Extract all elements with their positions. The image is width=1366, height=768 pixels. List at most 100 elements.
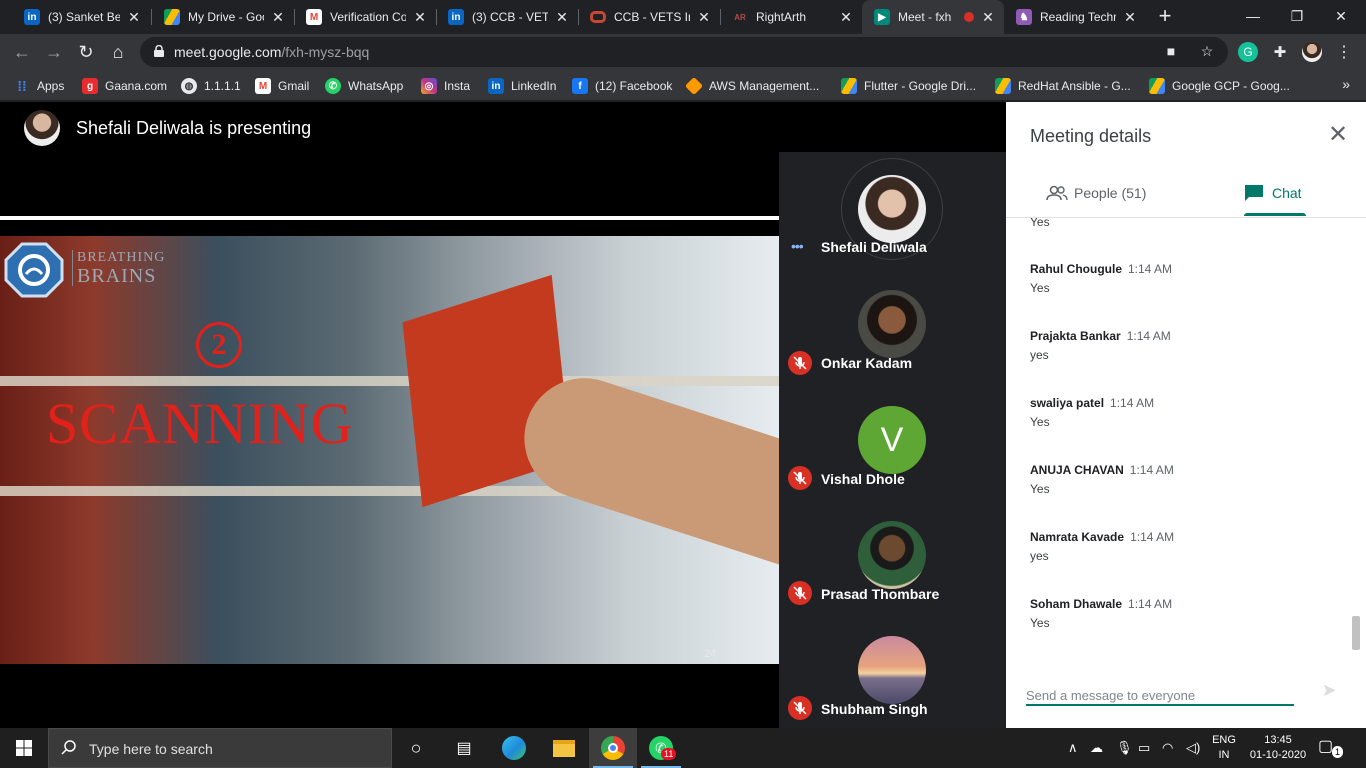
participant-name: Prasad Thombare — [821, 586, 940, 602]
close-tab-icon[interactable]: ✕ — [980, 9, 996, 26]
bookmark-flutter-drive[interactable]: Flutter - Google Dri... — [841, 77, 976, 95]
browser-tab[interactable]: M Verification Co ✕ — [294, 0, 436, 34]
extensions-puzzle-icon[interactable]: ✚ — [1270, 42, 1290, 62]
chrome-menu-icon[interactable]: ⋮ — [1334, 42, 1354, 62]
show-hidden-icons[interactable]: ∧ — [1068, 740, 1078, 756]
participant-tile[interactable]: ••• Shefali Deliwala — [779, 152, 1006, 267]
google-drive-icon — [995, 78, 1011, 94]
chat-icon — [1245, 185, 1263, 201]
oracle-icon — [590, 11, 606, 23]
start-button[interactable] — [0, 728, 48, 768]
chat-message-list[interactable]: Yes Rahul Chougule 1:14 AM Yes Prajakta B… — [1006, 218, 1366, 654]
close-panel-button[interactable]: ✕ — [1326, 123, 1350, 148]
close-tab-icon[interactable]: ✕ — [126, 9, 142, 26]
new-tab-button[interactable]: + — [1153, 5, 1177, 29]
browser-tab[interactable]: AR RightArth ✕ — [720, 0, 862, 34]
chat-message-header: swaliya patel 1:14 AM — [1030, 396, 1155, 410]
wifi-icon[interactable]: ◠ — [1162, 740, 1173, 756]
windows-taskbar: Type here to search ○ ▤ ✆ 11 ∧ ☁ 🎙 ▭ ◠ ◁… — [0, 728, 1366, 768]
browser-tab-active[interactable]: ▶ Meet - fxh ✕ — [862, 0, 1004, 34]
browser-tab[interactable]: in (3) Sanket Beni ✕ — [12, 0, 150, 34]
chrome-taskbar-icon[interactable] — [589, 728, 637, 768]
search-icon — [61, 740, 76, 755]
close-tab-icon[interactable]: ✕ — [270, 9, 286, 26]
participant-tile[interactable]: Shubham Singh — [779, 612, 1006, 727]
edge-icon[interactable] — [490, 728, 538, 768]
notification-count: 1 — [1332, 746, 1344, 758]
tab-people[interactable]: People (51) — [1046, 170, 1146, 216]
close-tab-icon[interactable]: ✕ — [838, 9, 854, 26]
bookmark-insta[interactable]: ◎ Insta — [421, 77, 470, 95]
close-tab-icon[interactable]: ✕ — [1122, 9, 1138, 26]
reload-button[interactable]: ↻ — [72, 38, 100, 66]
close-tab-icon[interactable]: ✕ — [696, 9, 712, 26]
chat-message-text: Yes — [1030, 218, 1050, 229]
file-explorer-icon[interactable] — [540, 728, 588, 768]
profile-avatar[interactable] — [1302, 42, 1322, 62]
bookmark-apps[interactable]: ⁞⁞ Apps — [14, 77, 64, 95]
action-center-button[interactable]: ▢ 1 — [1318, 736, 1348, 760]
chat-message-input[interactable] — [1026, 680, 1294, 706]
forward-button[interactable]: → — [40, 38, 68, 66]
bookmark-aws[interactable]: AWS Management... — [684, 76, 819, 96]
home-button[interactable]: ⌂ — [104, 38, 132, 66]
volume-icon[interactable]: ◁) — [1186, 740, 1200, 756]
close-tab-icon[interactable]: ✕ — [412, 9, 428, 26]
apps-grid-icon: ⁞⁞ — [17, 78, 27, 94]
presenter-avatar — [24, 110, 60, 146]
bookmark-gcp-drive[interactable]: Google GCP - Goog... — [1149, 77, 1290, 95]
restore-button[interactable]: ❐ — [1274, 0, 1320, 32]
muted-mic-icon — [788, 696, 812, 720]
chat-message-header: Namrata Kavade 1:14 AM — [1030, 530, 1175, 544]
more-bookmarks-icon[interactable]: » — [1342, 76, 1350, 92]
tab-chat[interactable]: Chat — [1244, 170, 1302, 216]
slide-step-number: 2 — [196, 322, 242, 368]
browser-tab[interactable]: My Drive - Goo ✕ — [152, 0, 294, 34]
chat-message-text: yes — [1030, 348, 1049, 362]
whatsapp-taskbar-icon[interactable]: ✆ 11 — [637, 728, 685, 768]
avatar — [858, 175, 926, 243]
bookmark-redhat-drive[interactable]: RedHat Ansible - G... — [995, 77, 1131, 95]
presentation-slide: BREATHING BRAINS 2 SCANNING 24 — [0, 236, 779, 664]
close-tab-icon[interactable]: ✕ — [554, 9, 570, 26]
chat-scrollbar[interactable] — [1352, 616, 1360, 650]
participant-tile[interactable]: Onkar Kadam — [779, 267, 1006, 382]
browser-tab[interactable]: in (3) CCB - VETS ✕ — [436, 0, 578, 34]
breathing-brains-logo — [4, 242, 64, 298]
tab-chat-label: Chat — [1272, 185, 1302, 201]
bookmark-1111[interactable]: ◍ 1.1.1.1 — [181, 77, 241, 95]
system-clock[interactable]: 13:45 01-10-2020 — [1248, 733, 1308, 763]
gmail-icon: M — [255, 78, 271, 94]
bookmark-linkedin[interactable]: in LinkedIn — [488, 77, 556, 95]
chat-message-header: Rahul Chougule 1:14 AM — [1030, 262, 1173, 276]
task-view-icon[interactable]: ▤ — [440, 728, 488, 768]
bookmark-facebook[interactable]: f (12) Facebook — [572, 77, 672, 95]
speaking-dots-icon: ••• — [791, 238, 804, 254]
minimize-button[interactable]: — — [1230, 0, 1276, 32]
globe-icon: ◍ — [181, 78, 197, 94]
bookmark-whatsapp[interactable]: ✆ WhatsApp — [325, 77, 403, 95]
camera-in-use-icon[interactable]: ■ — [1162, 43, 1180, 61]
battery-icon[interactable]: ▭ — [1138, 740, 1150, 756]
bookmark-gmail[interactable]: M Gmail — [255, 77, 309, 95]
taskbar-search[interactable]: Type here to search — [48, 728, 392, 768]
bookmark-star-icon[interactable]: ☆ — [1198, 43, 1216, 61]
send-message-button[interactable]: ➤ — [1316, 680, 1342, 704]
browser-tab[interactable]: ♞ Reading Techn ✕ — [1004, 0, 1146, 34]
cortana-icon[interactable]: ○ — [392, 728, 440, 768]
onedrive-icon[interactable]: ☁ — [1090, 740, 1103, 756]
participant-tile[interactable]: V Vishal Dhole — [779, 382, 1006, 497]
address-bar[interactable]: meet.google.com/fxh-mysz-bqq ■ ☆ — [140, 37, 1228, 67]
microphone-icon[interactable]: 🎙 — [1116, 740, 1133, 756]
screen-share-area: BREATHING BRAINS 2 SCANNING 24 — [0, 152, 779, 728]
slide-page-number: 24 — [704, 648, 717, 660]
close-window-button[interactable]: ✕ — [1318, 0, 1364, 32]
language-indicator[interactable]: ENG IN — [1208, 733, 1240, 763]
participant-tile[interactable]: Prasad Thombare — [779, 497, 1006, 612]
avatar — [858, 636, 926, 704]
browser-tab[interactable]: CCB - VETS Int ✕ — [578, 0, 720, 34]
bookmark-gaana[interactable]: g Gaana.com — [82, 77, 167, 95]
back-button[interactable]: ← — [8, 38, 36, 66]
grammarly-icon[interactable]: G — [1238, 42, 1258, 62]
shared-window-edge — [0, 216, 779, 220]
